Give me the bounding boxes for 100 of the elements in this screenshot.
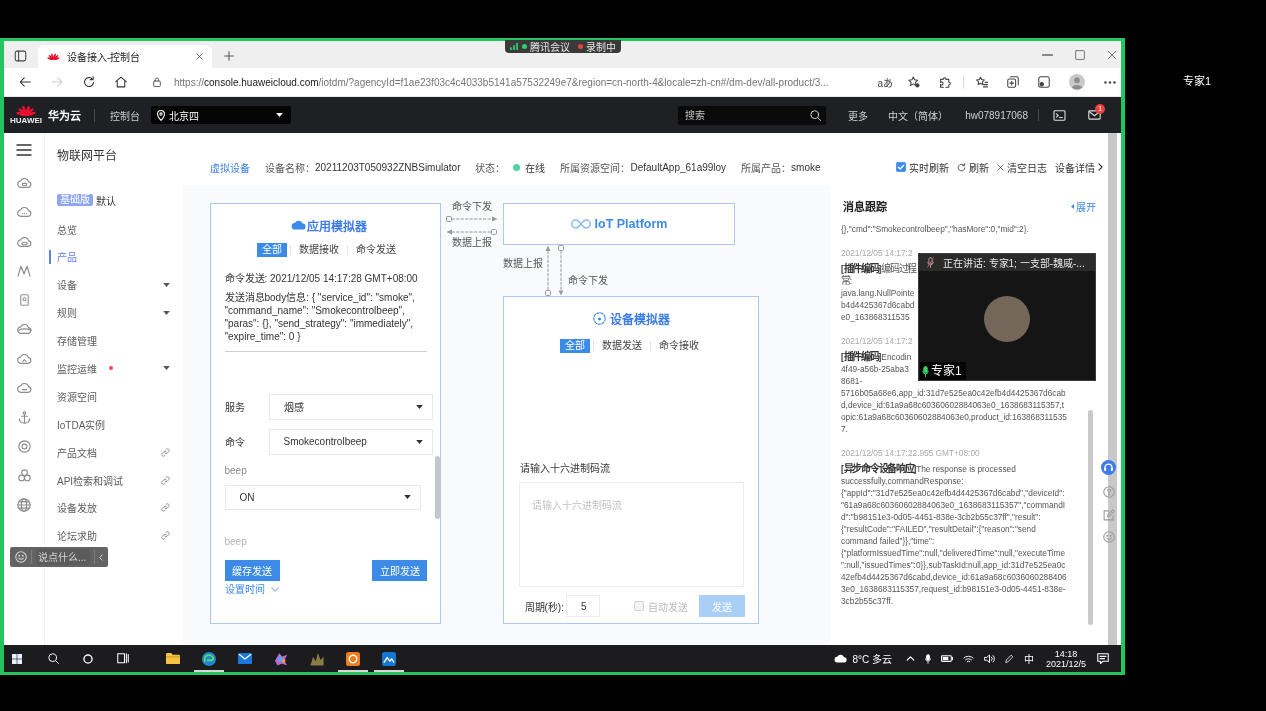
region-select[interactable]: 北京四 <box>151 106 291 124</box>
expand-link[interactable]: 展开 <box>1071 198 1096 214</box>
nav-item[interactable]: IoTDA实例 <box>49 417 170 432</box>
task-view-icon[interactable] <box>117 653 129 664</box>
panel-icon[interactable] <box>14 50 27 62</box>
tab[interactable]: 命令发送 <box>351 243 401 257</box>
log-text: 4f49-a56b-25aba3 <box>841 363 909 375</box>
scrollbar-thumb[interactable] <box>1108 133 1117 645</box>
nav-item[interactable]: 监控运维 <box>49 361 170 376</box>
caret-icon <box>163 282 170 287</box>
link-icon[interactable] <box>161 475 170 485</box>
globe-icon[interactable] <box>17 498 31 513</box>
nav-item[interactable]: 产品 <box>49 249 170 264</box>
tab[interactable]: 数据发送 <box>596 338 647 353</box>
tab[interactable]: 命令接收 <box>653 338 704 353</box>
wifi-icon[interactable] <box>962 654 974 663</box>
start-icon[interactable] <box>12 653 22 664</box>
address-field[interactable]: https://console.huaweicloud.com/iotdm/?agencyId=f1ae23f03c4c4033b5141a57532249e7&region=cn-north-4&locale=zh-cn#/dm-dev/all-product/3... <box>174 76 829 88</box>
cloud-icon[interactable] <box>16 324 32 335</box>
header-link[interactable]: 中文（简体） <box>888 107 949 123</box>
link-icon[interactable] <box>161 503 170 513</box>
infinity-icon <box>570 219 591 229</box>
notification-icon[interactable] <box>1097 652 1109 665</box>
input-method-indicator[interactable]: 中 <box>1023 651 1034 666</box>
refresh-icon[interactable] <box>83 76 95 88</box>
header-link[interactable]: hw078917068 <box>965 109 1028 121</box>
refresh-button[interactable]: 刷新 <box>957 159 989 175</box>
location-pin-icon <box>157 109 165 121</box>
cloud-icon[interactable] <box>16 353 32 364</box>
nav-item[interactable]: 设备发放 <box>49 500 170 515</box>
dropdown[interactable]: Smokecontrolbeep <box>268 428 433 455</box>
chevron-icon <box>270 587 279 592</box>
link-icon[interactable] <box>161 447 170 457</box>
nav-item[interactable]: 规则 <box>49 305 170 320</box>
close-icon[interactable] <box>196 53 203 60</box>
link-icon[interactable] <box>161 531 170 541</box>
cloud-icon <box>834 654 848 663</box>
read-aloud-button[interactable]: aあ <box>877 74 893 90</box>
maximize-icon[interactable] <box>1075 49 1085 60</box>
scrollbar-thumb[interactable] <box>1088 410 1093 625</box>
mic-icon[interactable] <box>924 653 931 664</box>
plus-icon[interactable] <box>224 51 234 61</box>
virtual-device-link[interactable]: 虚拟设备 <box>210 159 250 175</box>
chat-input[interactable]: 说点什么... <box>36 549 90 565</box>
mail-icon[interactable] <box>1088 110 1101 120</box>
clear-log-button[interactable]: 清空日志 <box>997 159 1047 175</box>
browser-tab[interactable]: 设备接入-控制台 <box>38 45 212 68</box>
search-icon[interactable] <box>810 109 822 121</box>
nav-item[interactable]: API检索和调试 <box>49 473 170 487</box>
battery-icon[interactable] <box>940 655 953 662</box>
stacked-squares-icon[interactable] <box>1007 76 1019 88</box>
minimize-icon[interactable] <box>1042 53 1053 56</box>
close-icon[interactable] <box>1107 49 1117 60</box>
field-value: DefaultApp_61a99loy <box>630 161 727 173</box>
help-icon[interactable] <box>1102 486 1115 498</box>
phone-icon[interactable] <box>19 294 29 307</box>
square-icon[interactable] <box>1038 76 1050 88</box>
menu-icon[interactable] <box>16 144 32 156</box>
edit-icon[interactable] <box>1102 509 1115 521</box>
smiley-icon[interactable] <box>1102 531 1115 543</box>
set-time-link[interactable]: 设置时间 <box>224 583 279 596</box>
cloud-icon[interactable] <box>16 383 32 393</box>
terminal-icon[interactable] <box>1053 109 1066 121</box>
cloud-icon[interactable] <box>16 207 32 218</box>
cluster-icon[interactable] <box>17 469 31 483</box>
speaker-icon[interactable] <box>983 653 995 664</box>
avatar-icon[interactable] <box>1069 74 1085 90</box>
home-icon[interactable] <box>115 76 127 88</box>
more-icon[interactable] <box>1104 80 1116 84</box>
nav-item[interactable]: 总览 <box>49 222 170 236</box>
cloud-icon[interactable] <box>16 236 32 247</box>
nav-item[interactable]: 设备 <box>49 277 170 292</box>
nav-item[interactable]: 论坛求助 <box>49 528 170 543</box>
anchor-icon[interactable] <box>17 410 31 424</box>
headset-icon[interactable] <box>1101 460 1116 475</box>
nav-item[interactable]: 产品文档 <box>49 445 170 460</box>
scrollbar-thumb[interactable] <box>434 456 440 519</box>
search-icon[interactable] <box>48 653 59 664</box>
dropdown[interactable]: ON <box>224 484 421 510</box>
tab[interactable]: 数据接收 <box>294 243 344 257</box>
search-field[interactable]: 搜索 <box>678 105 827 125</box>
console-link[interactable]: 控制台 <box>110 107 140 123</box>
dropdown[interactable]: 烟感 <box>268 393 433 420</box>
star-list-icon[interactable] <box>976 76 988 88</box>
log-text: [异步命令设备响应]The response is processed successfully,commandResponse: {"appId":"31d7e525ea0c42efb4d4425367d6cabd","deviceId":"61a9a68c60360602884063e0_1638683115357","commandId":"b98151e3-0d05-4451-838e-3cb2b55c37ff","result":{"resultCode":"FAILED","resultDetail":{"reason":"send command failed"}},"time":{"platformIssuedTime":null,"deliveredTime":null,"executeTime":null,"issuedTimes":0}},subTaskId:null,app_id:31d7e525ea0c42efb4d4425367d6cabd,device_id:61a9a68c60360602884063e0_1638683115357,request_id:b98151e3-0d05-4451-838e-3cb2b55c37ff. <box>841 463 1067 607</box>
cloud-icon[interactable] <box>16 177 32 188</box>
checkbox[interactable] <box>896 162 906 172</box>
back-icon[interactable] <box>19 76 31 88</box>
log-text: {},"cmd":"Smokecontrolbeep","hasMore":0,"mid":2}. <box>841 223 1029 235</box>
zigzag-icon[interactable] <box>17 264 31 277</box>
nav-item[interactable]: 存储管理 <box>49 333 170 348</box>
browser-icon <box>202 651 216 666</box>
puzzle-icon[interactable] <box>939 76 951 88</box>
smiley-icon[interactable] <box>15 551 27 563</box>
star-icon[interactable] <box>908 76 920 88</box>
device-details-link[interactable]: 设备详情 <box>1055 159 1103 175</box>
nav-item[interactable]: 资源空间 <box>49 389 170 404</box>
period-input[interactable]: 5 <box>565 595 600 617</box>
header-link[interactable]: 更多 <box>848 107 869 123</box>
pen-icon[interactable] <box>1004 654 1014 663</box>
